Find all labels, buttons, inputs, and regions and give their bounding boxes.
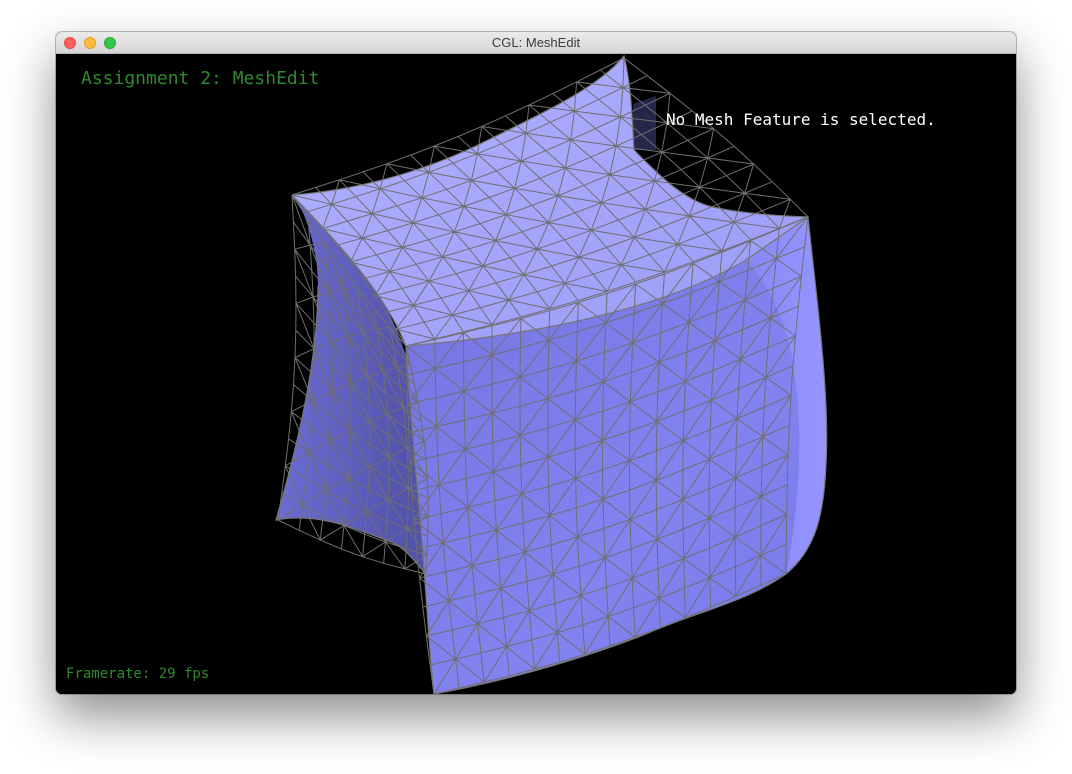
mesh-viewport[interactable]: Assignment 2: MeshEdit No Mesh Feature i… [56,54,1016,694]
title-bar[interactable]: CGL: MeshEdit [56,32,1016,54]
window-title: CGL: MeshEdit [491,35,581,50]
mesh-canvas[interactable] [56,54,1016,694]
app-title: Assignment 2: MeshEdit [81,68,320,89]
app-window: CGL: MeshEdit Assignment 2: MeshEdit No … [56,32,1016,694]
framerate-readout: Framerate: 29 fps [66,666,210,682]
selection-status-text: No Mesh Feature is selected. [666,110,936,129]
